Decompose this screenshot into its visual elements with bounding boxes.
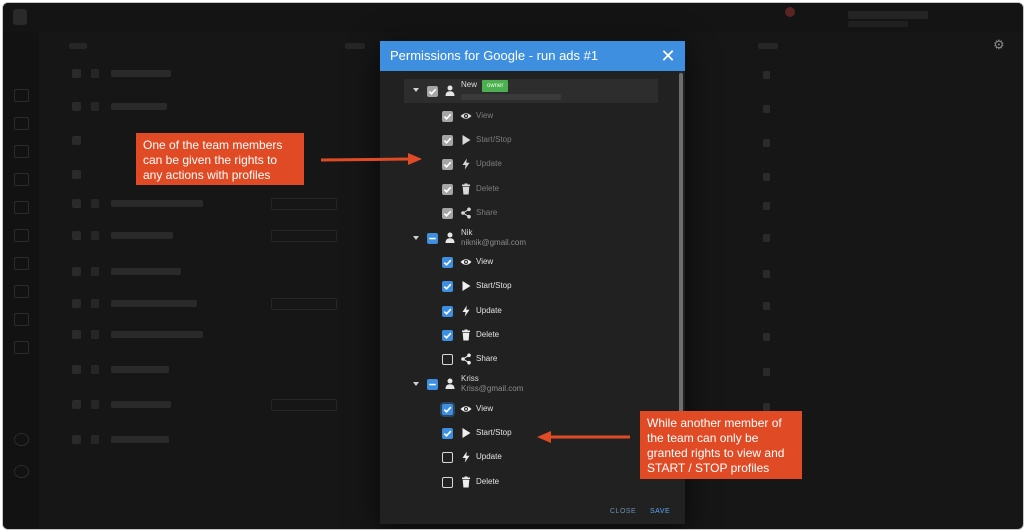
- arrow-right-icon: [408, 153, 422, 165]
- annotation-arrows: [320, 153, 630, 443]
- annotation-note-right: While another member of the team can onl…: [640, 411, 802, 479]
- arrow-left-icon: [537, 431, 551, 443]
- screenshot-frame: ⚙ Permissions for Google - run ads #1 ✕ …: [2, 2, 1024, 530]
- annotation-arrow-line: [320, 157, 411, 162]
- annotation-note-left: One of the team members can be given the…: [136, 133, 304, 185]
